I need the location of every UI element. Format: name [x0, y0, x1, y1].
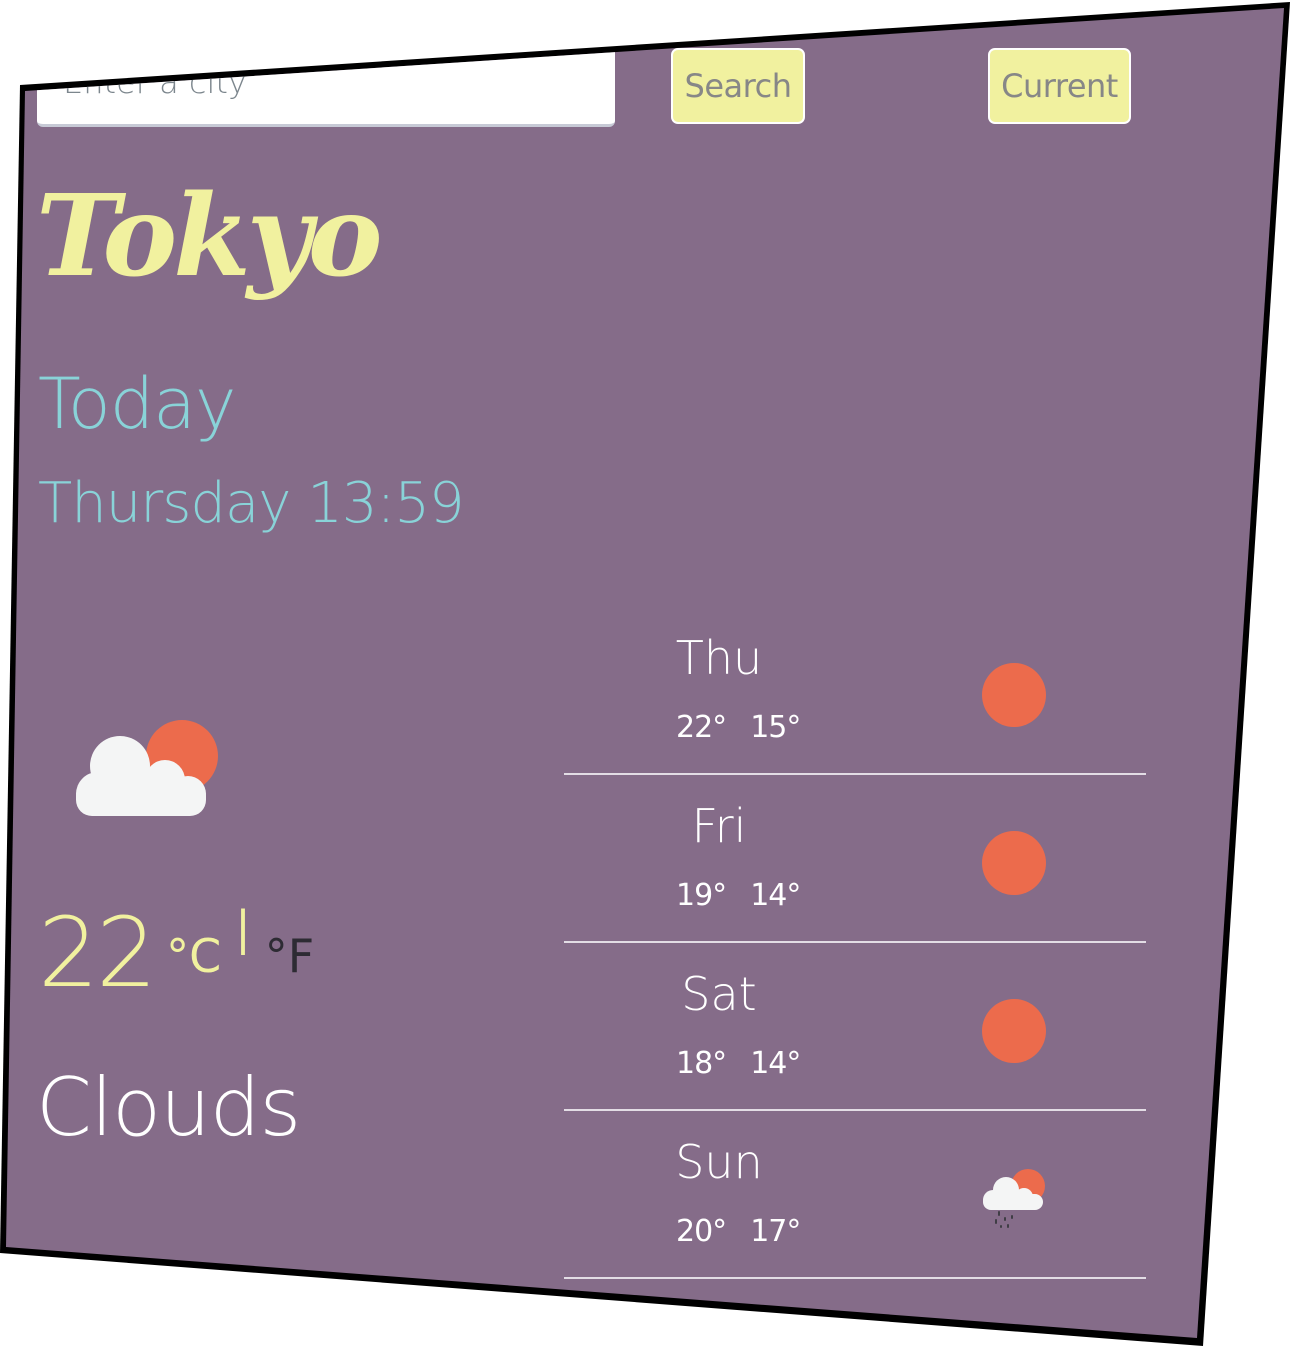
forecast-low: 15°	[750, 710, 801, 745]
forecast-row: Fri 19° 14°	[564, 793, 1146, 943]
weather-app: Search Current Tokyo Today Thursday 13:5…	[6, 8, 1284, 1338]
sun-icon	[969, 991, 1059, 1071]
forecast-temps: 19° 14°	[676, 878, 801, 913]
unit-separator: |	[235, 901, 251, 955]
forecast-day: Fri	[691, 799, 747, 853]
current-datetime: Thursday 13:59	[38, 471, 465, 536]
forecast-row: Sat 18° 14°	[564, 961, 1146, 1111]
sun-icon	[969, 823, 1059, 903]
forecast-temps: 20° 17°	[676, 1214, 801, 1249]
forecast-temps: 18° 14°	[676, 1046, 801, 1081]
search-button[interactable]: Search	[671, 48, 805, 124]
forecast-low: 14°	[750, 878, 801, 913]
forecast-day: Thu	[675, 631, 763, 685]
sun-icon	[969, 655, 1059, 735]
temperature-value: 22	[38, 897, 157, 1009]
current-location-button[interactable]: Current	[988, 48, 1131, 124]
today-heading: Today	[38, 363, 236, 445]
city-name: Tokyo	[36, 171, 383, 302]
partly-cloudy-icon	[70, 718, 225, 823]
forecast-day: Sat	[681, 967, 757, 1021]
forecast-high: 19°	[676, 878, 727, 913]
forecast-list: Thu 22° 15° Fri 19° 14° Sat 18° 14° Sun 20°…	[564, 625, 1146, 1297]
rain-cloud-sun-icon	[969, 1159, 1059, 1239]
forecast-high: 22°	[676, 710, 727, 745]
forecast-temps: 22° 15°	[676, 710, 801, 745]
forecast-row: Sun 20° 17°	[564, 1129, 1146, 1279]
fahrenheit-toggle[interactable]: °F	[265, 933, 314, 979]
celsius-toggle[interactable]: °C	[166, 933, 221, 979]
forecast-day: Sun	[675, 1135, 763, 1189]
weather-description: Clouds	[36, 1061, 301, 1154]
forecast-low: 14°	[750, 1046, 801, 1081]
forecast-row: Thu 22° 15°	[564, 625, 1146, 775]
forecast-high: 20°	[676, 1214, 727, 1249]
forecast-high: 18°	[676, 1046, 727, 1081]
temperature-display: 22 °C | °F	[38, 905, 314, 1001]
forecast-low: 17°	[750, 1214, 801, 1249]
